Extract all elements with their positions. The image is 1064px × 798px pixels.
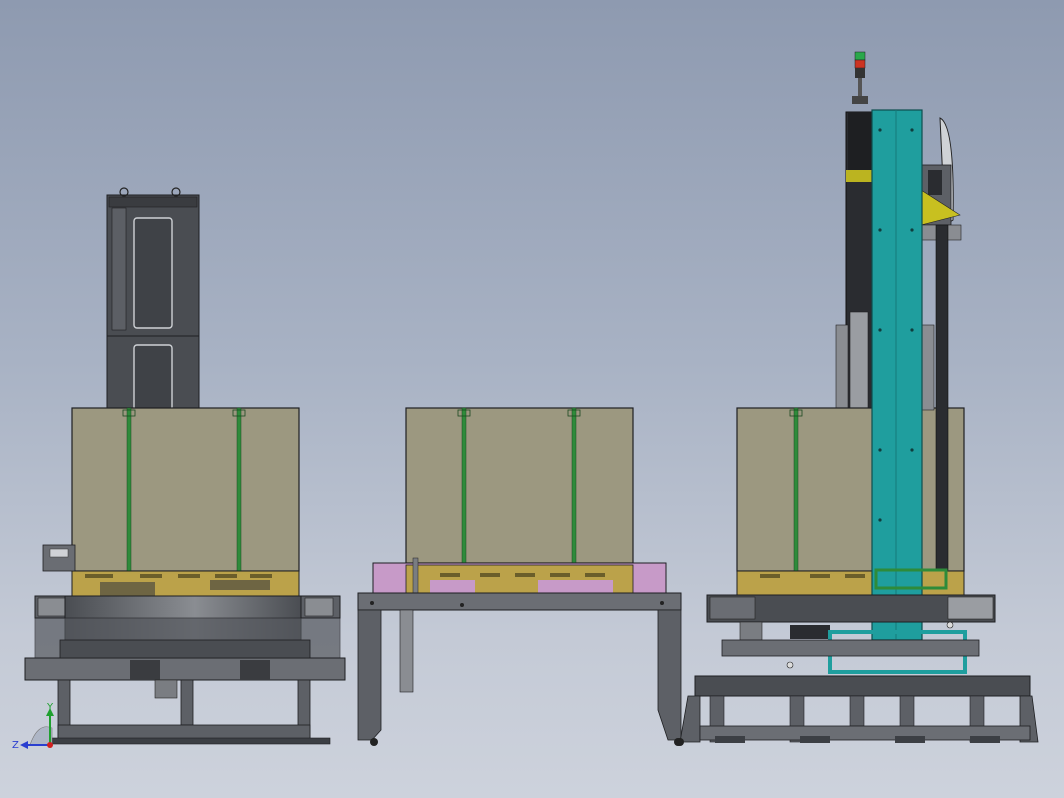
left-machine: [24, 187, 346, 745]
cad-scene: Y Z: [12, 51, 1039, 751]
left-carton: [71, 407, 300, 579]
left-base-frame: [49, 679, 331, 745]
stack-light: [852, 51, 868, 104]
right-carton: [736, 407, 965, 579]
left-cabinet: [106, 187, 200, 411]
center-pallet: [372, 557, 667, 594]
cad-viewport[interactable]: Y Z: [0, 0, 1064, 798]
x-axis-dot: [47, 742, 53, 748]
center-machine: [357, 407, 682, 746]
left-pallet: [71, 570, 300, 597]
center-carton: [405, 407, 634, 577]
y-axis-label: Y: [46, 702, 54, 713]
axes-triad: Y Z: [12, 702, 54, 751]
z-axis-label: Z: [12, 740, 19, 751]
right-base-frame: [676, 675, 1039, 746]
right-machine: [676, 51, 1039, 746]
center-table: [357, 592, 682, 746]
right-pallet: [736, 570, 965, 596]
